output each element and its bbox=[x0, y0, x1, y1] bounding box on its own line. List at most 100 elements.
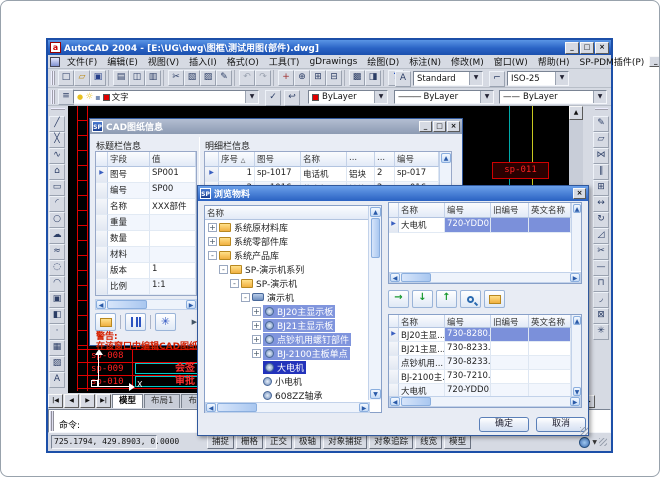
table-row[interactable]: ▶ 图号 SP001 bbox=[96, 167, 196, 183]
scroll-down-button[interactable]: ▼ bbox=[370, 389, 381, 399]
zoom-realtime-button[interactable]: ⊕ bbox=[294, 70, 310, 86]
column-header[interactable]: 旧编号 bbox=[491, 315, 529, 328]
chevron-down-icon[interactable]: ▼ bbox=[480, 91, 493, 103]
toggle-osnap[interactable]: 对象捕捉 bbox=[323, 435, 367, 449]
column-header[interactable]: 序号 △ bbox=[219, 152, 255, 167]
rectangle-button[interactable]: ▭ bbox=[49, 180, 65, 196]
menu-draw[interactable]: 绘图(D) bbox=[362, 54, 404, 69]
chevron-down-icon[interactable]: ▼ bbox=[555, 72, 568, 85]
tree-item[interactable]: +BJ20主显示板 bbox=[205, 304, 370, 318]
table-row[interactable]: BJ-2100主... 730-7210... bbox=[389, 370, 581, 384]
toggle-lineweight[interactable]: 线宽 bbox=[415, 435, 442, 449]
browse-titlebar[interactable]: SP 浏览物料 × bbox=[198, 186, 588, 201]
tree-item[interactable]: -SP-演示机系列 bbox=[205, 262, 370, 276]
column-header[interactable]: 英文名称 bbox=[529, 203, 571, 218]
scroll-left-button[interactable]: ◀ bbox=[390, 397, 400, 406]
menu-edit[interactable]: 编辑(E) bbox=[102, 54, 143, 69]
scrollbar-thumb[interactable] bbox=[401, 273, 431, 282]
make-block-button[interactable]: ◧ bbox=[49, 308, 65, 324]
dialog-minimize-button[interactable]: _ bbox=[419, 121, 432, 132]
window-titlebar[interactable]: a AutoCAD 2004 - [E:\UG\dwg\图框\测试用图(部件).… bbox=[48, 40, 611, 55]
toggle-ortho[interactable]: 正交 bbox=[265, 435, 292, 449]
polygon-button[interactable]: ⌂ bbox=[49, 164, 65, 180]
collapse-icon[interactable]: - bbox=[230, 279, 239, 288]
field-value[interactable]: 1 bbox=[150, 263, 196, 279]
print-preview-button[interactable]: ◫ bbox=[129, 70, 145, 86]
lineweight-combo[interactable]: —— ByLayer ▼ bbox=[499, 90, 607, 104]
collapse-icon[interactable]: - bbox=[241, 293, 250, 302]
search-button[interactable] bbox=[460, 290, 481, 308]
scroll-right-button[interactable]: ▶ bbox=[570, 397, 580, 406]
mdi-minimize-button[interactable]: _ bbox=[649, 56, 660, 67]
first-tab-button[interactable]: |◀ bbox=[48, 394, 63, 408]
scroll-up-button[interactable]: ▲ bbox=[573, 316, 581, 325]
tree-item[interactable]: 608ZZ轴承 bbox=[205, 388, 370, 402]
expand-icon[interactable]: + bbox=[252, 349, 261, 358]
circle-button[interactable]: ○ bbox=[49, 212, 65, 228]
column-header[interactable]: 编号 bbox=[395, 152, 439, 167]
toggle-polar[interactable]: 极轴 bbox=[294, 435, 321, 449]
toolbar-grip[interactable] bbox=[51, 108, 65, 114]
region-button[interactable]: ▨ bbox=[49, 356, 65, 372]
table-vscrollbar[interactable]: ▲ ▼ bbox=[571, 315, 581, 397]
scrollbar-thumb[interactable] bbox=[401, 397, 431, 406]
layer-previous-button[interactable]: ↩ bbox=[284, 90, 300, 106]
tree-item[interactable]: -演示机 bbox=[205, 290, 370, 304]
chevron-down-icon[interactable]: ▼ bbox=[374, 91, 387, 103]
scrollbar-thumb[interactable] bbox=[107, 300, 147, 309]
communication-center-icon[interactable] bbox=[579, 437, 590, 448]
menu-help[interactable]: 帮助(H) bbox=[533, 54, 575, 69]
open-button[interactable]: ▱ bbox=[74, 70, 90, 86]
scroll-left-button[interactable]: ◀ bbox=[96, 300, 106, 309]
scroll-left-button[interactable]: ◀ bbox=[206, 403, 216, 412]
construction-line-button[interactable]: ╳ bbox=[49, 132, 65, 148]
text-style-combo[interactable]: Standard ▼ bbox=[413, 71, 483, 86]
scroll-up-button[interactable]: ▲ bbox=[573, 204, 581, 213]
tab-model[interactable]: 模型 bbox=[112, 394, 143, 408]
menu-insert[interactable]: 插入(I) bbox=[184, 54, 222, 69]
menu-view[interactable]: 视图(V) bbox=[143, 54, 184, 69]
tree-item[interactable]: +点钞机用螺钉部件 bbox=[205, 332, 370, 346]
expand-icon[interactable]: + bbox=[252, 307, 261, 316]
titleblock-table[interactable]: 字段 值 ▶ 图号 SP001 编号 SP00 名称 XXX部件 重量 bbox=[95, 151, 197, 296]
column-header[interactable]: ... bbox=[375, 152, 395, 167]
column-header[interactable]: 编号 bbox=[445, 315, 491, 328]
cancel-button[interactable]: 取消 bbox=[536, 417, 586, 432]
scroll-up-button[interactable]: ▲ bbox=[441, 153, 451, 163]
bom-columns-button[interactable] bbox=[125, 313, 146, 331]
copy-object-button[interactable]: ▱ bbox=[593, 132, 609, 148]
design-center-button[interactable]: ◨ bbox=[365, 70, 381, 86]
dialog-close-button[interactable]: × bbox=[573, 188, 586, 199]
dialog-maximize-button[interactable]: □ bbox=[433, 121, 446, 132]
toolbar-grip[interactable] bbox=[595, 108, 608, 114]
plot-button[interactable]: ▤ bbox=[113, 70, 129, 86]
tree-item[interactable]: +BJ-2100主板单点 bbox=[205, 346, 370, 360]
column-header[interactable]: 英文名称 bbox=[529, 315, 571, 328]
toggle-model[interactable]: 模型 bbox=[444, 435, 471, 449]
resize-grip[interactable] bbox=[580, 427, 588, 435]
collapse-icon[interactable]: - bbox=[219, 265, 228, 274]
table-row[interactable]: ▶ BJ20主显... 730-8280... bbox=[389, 328, 581, 342]
scrollbar-thumb[interactable] bbox=[217, 403, 257, 412]
scale-button[interactable]: ◿ bbox=[593, 228, 609, 244]
scroll-right-button[interactable]: ▶ bbox=[359, 403, 369, 412]
rotate-button[interactable]: ↻ bbox=[593, 212, 609, 228]
tree-item[interactable]: +系统原材料库 bbox=[205, 220, 370, 234]
import-button[interactable]: → bbox=[388, 290, 409, 308]
column-header[interactable]: 名称 bbox=[399, 315, 445, 328]
move-up-button[interactable]: ↑ bbox=[436, 290, 457, 308]
field-value[interactable]: SP001 bbox=[150, 167, 196, 183]
table-row[interactable]: 版本 1 bbox=[96, 263, 196, 279]
settings-button[interactable]: ✳ bbox=[155, 313, 176, 331]
explode-button[interactable]: ✳ bbox=[593, 324, 609, 340]
move-down-button[interactable]: ↓ bbox=[412, 290, 433, 308]
tree-column-header[interactable]: 名称 bbox=[205, 206, 370, 220]
linetype-combo[interactable]: ——— ByLayer ▼ bbox=[394, 90, 494, 104]
expand-icon[interactable]: + bbox=[252, 321, 261, 330]
trim-button[interactable]: ✂ bbox=[593, 244, 609, 260]
layers-button[interactable]: ≡ bbox=[58, 89, 74, 105]
menu-window[interactable]: 窗口(W) bbox=[489, 54, 533, 69]
ellipse-arc-button[interactable]: ◠ bbox=[49, 276, 65, 292]
copy-button[interactable]: ▧ bbox=[184, 70, 200, 86]
dialog-close-button[interactable]: × bbox=[447, 121, 460, 132]
